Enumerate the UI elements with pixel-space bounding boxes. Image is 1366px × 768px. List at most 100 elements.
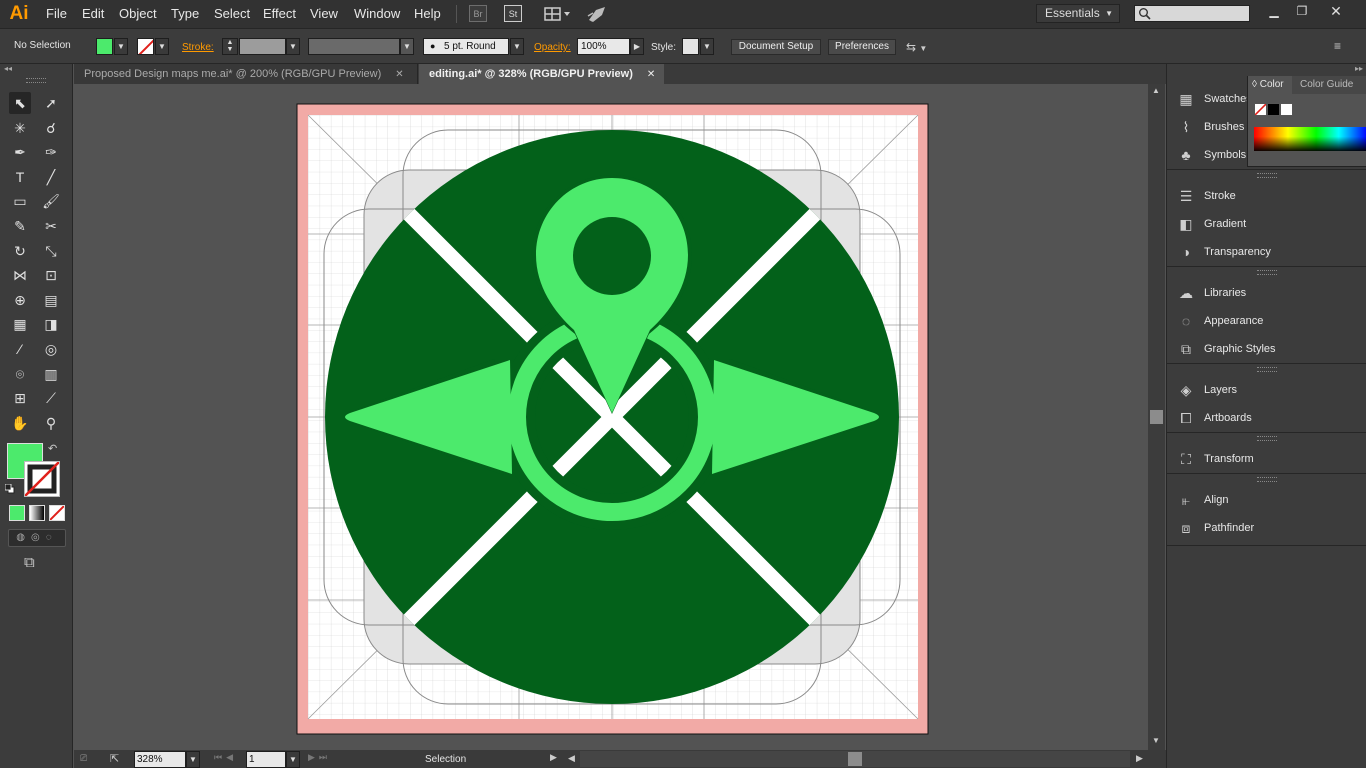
- stroke-color-swatch[interactable]: [24, 461, 60, 497]
- type-tool-icon[interactable]: T: [9, 166, 31, 188]
- color-mode-button[interactable]: [9, 505, 25, 521]
- panel-libraries[interactable]: ☁ Libraries: [1177, 283, 1246, 303]
- perspective-grid-tool-icon[interactable]: ▤: [40, 289, 62, 311]
- direct-selection-tool-icon[interactable]: ➚: [40, 92, 62, 114]
- gpu-performance-icon[interactable]: [586, 4, 608, 24]
- document-setup-button[interactable]: Document Setup: [731, 39, 821, 55]
- slice-tool-icon[interactable]: ⟋: [40, 387, 62, 409]
- scroll-down-icon[interactable]: ▼: [1152, 736, 1160, 745]
- opacity-slider-button[interactable]: ▶: [630, 38, 644, 55]
- fill-dropdown-button[interactable]: ▼: [114, 38, 128, 55]
- artboard-prev-icons[interactable]: ⏮◀: [214, 752, 237, 763]
- horizontal-scrollbar[interactable]: [580, 751, 1130, 767]
- arrange-icon[interactable]: ⇆ ▼: [906, 38, 940, 56]
- panel-brushes[interactable]: ⌇ Brushes: [1177, 117, 1245, 137]
- default-colors-icon[interactable]: [4, 483, 15, 494]
- black-swatch[interactable]: [1267, 103, 1280, 116]
- close-window-button[interactable]: ✕: [1324, 3, 1348, 20]
- menu-object[interactable]: Object: [119, 6, 157, 21]
- stroke-weight-dropdown[interactable]: ▼: [286, 38, 300, 55]
- h-scroll-thumb[interactable]: [848, 752, 862, 766]
- eyedropper-tool-icon[interactable]: ⁄: [9, 338, 31, 360]
- panel-gradient[interactable]: ◧ Gradient: [1177, 214, 1246, 234]
- close-icon[interactable]: ✕: [395, 69, 403, 80]
- panel-pathfinder[interactable]: ⧈ Pathfinder: [1177, 518, 1255, 538]
- scroll-thumb[interactable]: [1150, 410, 1163, 424]
- panel-transform[interactable]: ⛶ Transform: [1177, 449, 1254, 469]
- screen-mode-icon[interactable]: ⧉: [24, 554, 48, 572]
- panel-menu-icon[interactable]: ≡: [1334, 39, 1352, 53]
- artboard-dropdown[interactable]: ▼: [286, 751, 300, 768]
- panel-group-grip[interactable]: [1257, 436, 1277, 441]
- panel-transparency[interactable]: ◑ Transparency: [1177, 242, 1271, 262]
- stroke-dropdown-button[interactable]: ▼: [155, 38, 169, 55]
- scale-tool-icon[interactable]: ⤡: [40, 240, 62, 262]
- share-icon[interactable]: ⇱: [110, 752, 119, 765]
- bridge-button[interactable]: Br: [469, 5, 487, 22]
- hand-tool-icon[interactable]: ✋: [9, 412, 31, 434]
- symbol-sprayer-tool-icon[interactable]: ⌾: [9, 363, 31, 385]
- tab-color[interactable]: ◊ Color: [1248, 76, 1292, 94]
- none-swatch[interactable]: [1254, 103, 1267, 116]
- preferences-button[interactable]: Preferences: [828, 39, 896, 55]
- opacity-input[interactable]: 100%: [577, 38, 630, 55]
- arrange-documents-icon[interactable]: [544, 5, 572, 23]
- color-spectrum[interactable]: [1254, 127, 1366, 151]
- scroll-up-icon[interactable]: ▲: [1152, 86, 1160, 95]
- stroke-weight-input[interactable]: [239, 38, 286, 55]
- toolbar-grip[interactable]: [26, 78, 46, 83]
- scissors-tool-icon[interactable]: ✂: [40, 215, 62, 237]
- collapse-toolbar-icon[interactable]: ◂◂: [4, 64, 12, 73]
- zoom-input[interactable]: 328%: [134, 751, 186, 768]
- free-transform-tool-icon[interactable]: ⊡: [40, 264, 62, 286]
- panel-layers[interactable]: ◈ Layers: [1177, 380, 1237, 400]
- swap-fill-stroke-icon[interactable]: ↶: [48, 442, 57, 455]
- panel-artboards[interactable]: ⧠ Artboards: [1177, 408, 1251, 428]
- pen-tool-icon[interactable]: ✒: [9, 141, 31, 163]
- stroke-weight-stepper[interactable]: ▲ ▼: [222, 38, 238, 55]
- line-tool-icon[interactable]: ╱: [40, 166, 62, 188]
- stock-button[interactable]: St: [504, 5, 522, 22]
- panel-group-grip[interactable]: [1257, 270, 1277, 275]
- white-swatch[interactable]: [1280, 103, 1293, 116]
- gpu-preview-icon[interactable]: ⎚: [80, 753, 100, 765]
- vertical-scrollbar[interactable]: ▲ ▼: [1148, 84, 1165, 750]
- menu-view[interactable]: View: [310, 6, 338, 21]
- menu-window[interactable]: Window: [354, 6, 400, 21]
- column-graph-tool-icon[interactable]: ▥: [40, 363, 62, 385]
- magic-wand-tool-icon[interactable]: ✳: [9, 117, 31, 139]
- rectangle-tool-icon[interactable]: ▭: [9, 190, 31, 212]
- minimize-button[interactable]: ▁: [1262, 3, 1286, 20]
- panel-align[interactable]: ⫦ Align: [1177, 490, 1228, 510]
- menu-help[interactable]: Help: [414, 6, 441, 21]
- scroll-right-icon[interactable]: ▶: [1136, 753, 1143, 764]
- opacity-label[interactable]: Opacity:: [534, 42, 571, 53]
- panel-graphic-styles[interactable]: ⧉ Graphic Styles: [1177, 339, 1276, 359]
- workspace-switcher[interactable]: Essentials ▼: [1036, 4, 1120, 23]
- graphic-style-dropdown[interactable]: ▼: [700, 38, 714, 55]
- graphic-style-swatch[interactable]: [682, 38, 699, 55]
- zoom-tool-icon[interactable]: ⚲: [40, 412, 62, 434]
- artboard[interactable]: [74, 84, 1148, 750]
- menu-edit[interactable]: Edit: [82, 6, 104, 21]
- help-search-input[interactable]: [1134, 5, 1250, 22]
- panel-swatches[interactable]: ▦ Swatches: [1177, 89, 1251, 109]
- tab-editing[interactable]: editing.ai* @ 328% (RGB/GPU Preview) ✕: [419, 64, 664, 84]
- pencil-tool-icon[interactable]: ✎: [9, 215, 31, 237]
- panel-group-grip[interactable]: [1257, 367, 1277, 372]
- fill-swatch[interactable]: [96, 38, 113, 55]
- width-tool-icon[interactable]: ⋈: [9, 264, 31, 286]
- variable-width-dropdown[interactable]: ▼: [400, 38, 414, 55]
- artboard-number-input[interactable]: 1: [246, 751, 286, 768]
- menu-effect[interactable]: Effect: [263, 6, 296, 21]
- close-icon[interactable]: ✕: [647, 69, 655, 80]
- gradient-mode-button[interactable]: [29, 505, 45, 521]
- zoom-dropdown[interactable]: ▼: [186, 751, 200, 768]
- stroke-label[interactable]: Stroke:: [182, 42, 214, 53]
- artboard-tool-icon[interactable]: ⊞: [9, 387, 31, 409]
- none-mode-button[interactable]: [49, 505, 65, 521]
- expand-panels-icon[interactable]: ▸▸: [1355, 64, 1363, 73]
- panel-group-grip[interactable]: [1257, 477, 1277, 482]
- gradient-tool-icon[interactable]: ◨: [40, 313, 62, 335]
- stroke-swatch[interactable]: [137, 38, 154, 55]
